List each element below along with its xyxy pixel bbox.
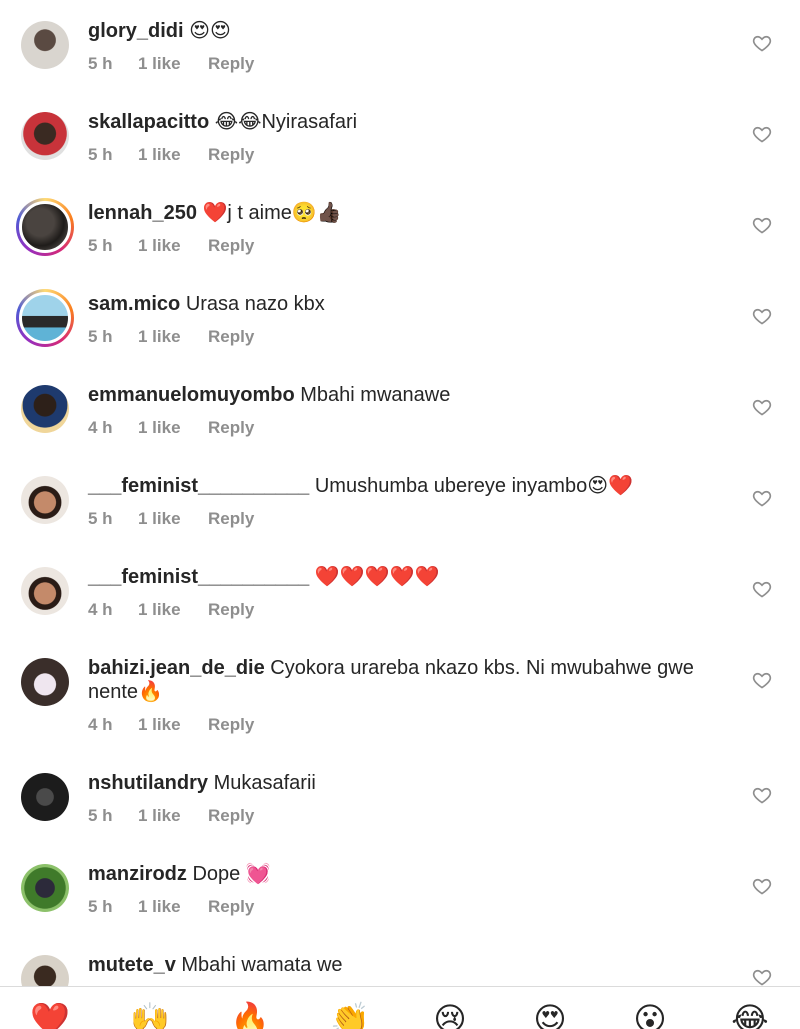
avatar[interactable]	[20, 475, 70, 525]
comment-time: 5 h	[88, 806, 113, 825]
comment-username[interactable]: manzirodz	[88, 863, 187, 885]
comment-username[interactable]: mutete_v	[88, 954, 176, 976]
comment-item: nshutilandry Mukasafarii 5 h 1 like Repl…	[0, 752, 800, 843]
heart-outline-icon[interactable]	[752, 488, 772, 508]
avatar[interactable]	[20, 772, 70, 822]
comment-time: 5 h	[88, 897, 113, 916]
comment-item: ___feminist__________ ❤️❤️❤️❤️❤️ 4 h 1 l…	[0, 546, 800, 637]
comment-likes[interactable]: 1 like	[138, 54, 208, 74]
comment-text: Mbahi mwanawe	[300, 384, 451, 406]
heart-outline-icon[interactable]	[752, 397, 772, 417]
comment-item: bahizi.jean_de_die Cyokora urareba nkazo…	[0, 637, 800, 752]
comments-screen: glory_didi 😍😍 5 h 1 like Reply skallapac…	[0, 0, 800, 1029]
comment-item: manzirodz Dope 💓 5 h 1 like Reply	[0, 843, 800, 934]
comment-time: 5 h	[88, 327, 113, 346]
clapping-hands-emoji-button[interactable]: 👏	[330, 999, 370, 1029]
comment-likes[interactable]: 1 like	[138, 806, 208, 826]
comment-username[interactable]: bahizi.jean_de_die	[88, 657, 265, 679]
reply-button[interactable]: Reply	[208, 509, 268, 529]
comment-text: Mbahi wamata we	[181, 954, 343, 976]
comment-item: sam.mico Urasa nazo kbx 5 h 1 like Reply	[0, 273, 800, 364]
heart-eyes-emoji-button[interactable]: 😍	[530, 999, 570, 1029]
raising-hands-emoji-button[interactable]: 🙌	[130, 999, 170, 1029]
reply-button[interactable]: Reply	[208, 327, 268, 347]
reply-button[interactable]: Reply	[208, 236, 268, 256]
comment-list[interactable]: glory_didi 😍😍 5 h 1 like Reply skallapac…	[0, 0, 800, 986]
comment-item: ___feminist__________ Umushumba ubereye …	[0, 455, 800, 546]
reply-button[interactable]: Reply	[208, 715, 268, 735]
heart-outline-icon[interactable]	[752, 579, 772, 599]
story-ring-avatar[interactable]	[16, 289, 74, 347]
comment-username[interactable]: ___feminist__________	[88, 566, 309, 588]
surprised-face-emoji-button[interactable]: 😮	[630, 999, 670, 1029]
comment-username[interactable]: ___feminist__________	[88, 475, 309, 497]
comment-likes[interactable]: 1 like	[138, 418, 208, 438]
tears-of-joy-emoji-button[interactable]: 😂	[730, 999, 770, 1029]
comment-item: skallapacitto 😂😂Nyirasafari 5 h 1 like R…	[0, 91, 800, 182]
comment-username[interactable]: glory_didi	[88, 20, 184, 42]
comment-time: 5 h	[88, 145, 113, 164]
comment-item: mutete_v Mbahi wamata we	[0, 934, 800, 986]
comment-text: 😂😂Nyirasafari	[214, 111, 358, 133]
reply-button[interactable]: Reply	[208, 418, 268, 438]
comment-username[interactable]: emmanuelomuyombo	[88, 384, 295, 406]
comment-likes[interactable]: 1 like	[138, 897, 208, 917]
avatar[interactable]	[20, 954, 70, 986]
comment-likes[interactable]: 1 like	[138, 715, 208, 735]
quick-reaction-bar: ❤️ 🙌 🔥 👏 😢 😍 😮 😂	[0, 986, 800, 1029]
comment-text: 😍😍	[189, 20, 231, 42]
comment-text: ❤️❤️❤️❤️❤️	[314, 566, 440, 588]
comment-username[interactable]: skallapacitto	[88, 111, 209, 133]
reply-button[interactable]: Reply	[208, 54, 268, 74]
comment-item: lennah_250 ❤️j t aime🥺👍🏿 5 h 1 like Repl…	[0, 182, 800, 273]
comment-likes[interactable]: 1 like	[138, 509, 208, 529]
heart-outline-icon[interactable]	[752, 124, 772, 144]
story-ring-avatar[interactable]	[16, 198, 74, 256]
fire-emoji-button[interactable]: 🔥	[230, 999, 270, 1029]
reply-button[interactable]: Reply	[208, 897, 268, 917]
avatar[interactable]	[20, 657, 70, 707]
comment-text: Dope 💓	[192, 863, 271, 885]
crying-face-emoji-button[interactable]: 😢	[430, 999, 470, 1029]
comment-time: 4 h	[88, 715, 113, 734]
avatar[interactable]	[20, 111, 70, 161]
reply-button[interactable]: Reply	[208, 806, 268, 826]
comment-time: 5 h	[88, 236, 113, 255]
reply-button[interactable]: Reply	[208, 600, 268, 620]
heart-outline-icon[interactable]	[752, 215, 772, 235]
comment-item: glory_didi 😍😍 5 h 1 like Reply	[0, 0, 800, 91]
comment-time: 4 h	[88, 600, 113, 619]
comment-likes[interactable]: 1 like	[138, 600, 208, 620]
heart-outline-icon[interactable]	[752, 785, 772, 805]
comment-text: Mukasafarii	[213, 772, 316, 794]
avatar[interactable]	[20, 863, 70, 913]
comment-item: emmanuelomuyombo Mbahi mwanawe 4 h 1 lik…	[0, 364, 800, 455]
heart-outline-icon[interactable]	[752, 967, 772, 986]
heart-outline-icon[interactable]	[752, 33, 772, 53]
avatar[interactable]	[20, 566, 70, 616]
comment-text: ❤️j t aime🥺👍🏿	[202, 202, 342, 224]
comment-likes[interactable]: 1 like	[138, 236, 208, 256]
comment-text: Umushumba ubereye inyambo😍❤️	[314, 475, 633, 497]
comment-username[interactable]: lennah_250	[88, 202, 197, 224]
comment-username[interactable]: sam.mico	[88, 293, 180, 315]
heart-outline-icon[interactable]	[752, 306, 772, 326]
avatar[interactable]	[20, 384, 70, 434]
heart-outline-icon[interactable]	[752, 670, 772, 690]
comment-time: 4 h	[88, 418, 113, 437]
avatar[interactable]	[20, 20, 70, 70]
red-heart-emoji-button[interactable]: ❤️	[30, 999, 70, 1029]
comment-likes[interactable]: 1 like	[138, 327, 208, 347]
comment-time: 5 h	[88, 509, 113, 528]
comment-text: Urasa nazo kbx	[185, 293, 325, 315]
heart-outline-icon[interactable]	[752, 876, 772, 896]
reply-button[interactable]: Reply	[208, 145, 268, 165]
comment-time: 5 h	[88, 54, 113, 73]
comment-username[interactable]: nshutilandry	[88, 772, 208, 794]
comment-likes[interactable]: 1 like	[138, 145, 208, 165]
